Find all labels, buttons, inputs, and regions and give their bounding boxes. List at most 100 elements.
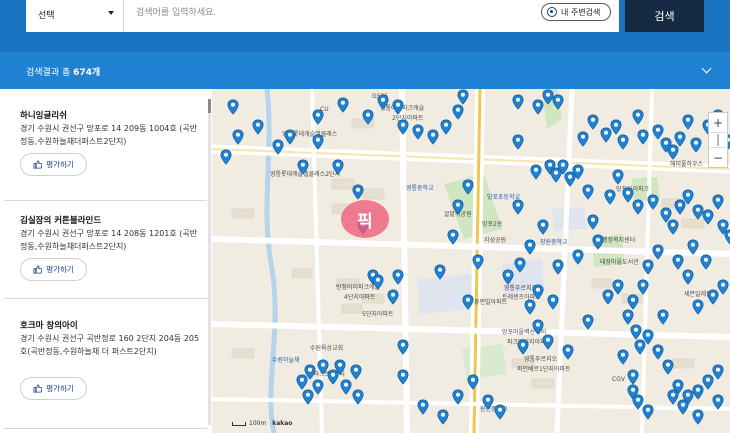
map-marker-icon[interactable]	[434, 264, 446, 280]
map-marker-icon[interactable]	[537, 219, 549, 235]
map-marker-icon[interactable]	[612, 169, 624, 185]
map-marker-icon[interactable]	[312, 134, 324, 150]
map-marker-icon[interactable]	[604, 189, 616, 205]
map-marker-icon[interactable]	[682, 114, 694, 130]
map-marker-icon[interactable]	[472, 254, 484, 270]
map-marker-icon[interactable]	[674, 131, 686, 147]
map-marker-icon[interactable]	[417, 399, 429, 415]
map-marker-icon[interactable]	[392, 99, 404, 115]
map-marker-icon[interactable]	[627, 294, 639, 310]
map-marker-icon[interactable]	[547, 294, 559, 310]
map-marker-icon[interactable]	[372, 274, 384, 290]
map-marker-icon[interactable]	[657, 309, 669, 325]
map-marker-icon[interactable]	[397, 369, 409, 385]
map-marker-icon[interactable]	[682, 269, 694, 285]
map-marker-icon[interactable]	[542, 334, 554, 350]
map-marker-icon[interactable]	[512, 134, 524, 150]
map-marker-icon[interactable]	[362, 109, 374, 125]
map-marker-icon[interactable]	[562, 344, 574, 360]
map-marker-icon[interactable]	[592, 234, 604, 250]
map-marker-icon[interactable]	[552, 259, 564, 275]
map-marker-icon[interactable]	[642, 259, 654, 275]
map-marker-icon[interactable]	[457, 89, 469, 105]
map-marker-icon[interactable]	[397, 119, 409, 135]
map-marker-icon[interactable]	[392, 269, 404, 285]
map-marker-icon[interactable]	[637, 279, 649, 295]
map-marker-icon[interactable]	[724, 229, 730, 245]
map-marker-icon[interactable]	[296, 374, 308, 390]
map-marker-icon[interactable]	[712, 364, 724, 380]
zoom-out-button[interactable]: −	[709, 147, 727, 167]
list-item[interactable]: 김실장의 커튼블라인드 경기 수원시 권선구 망포로 14 208동 1201호…	[4, 201, 207, 299]
map-marker-icon[interactable]	[712, 194, 724, 210]
map-marker-icon[interactable]	[437, 409, 449, 425]
map-marker-icon[interactable]	[512, 199, 524, 215]
map-marker-icon[interactable]	[462, 294, 474, 310]
category-select[interactable]: 선택	[26, 0, 124, 32]
nearby-search-button[interactable]: 내 주변검색	[541, 3, 611, 21]
map-marker-icon[interactable]	[337, 97, 349, 113]
map-marker-icon[interactable]	[494, 404, 506, 420]
map-marker-icon[interactable]	[637, 129, 649, 145]
map-marker-icon[interactable]	[340, 379, 352, 395]
map-marker-icon[interactable]	[482, 394, 494, 410]
map-marker-icon[interactable]	[284, 129, 296, 145]
map-marker-icon[interactable]	[652, 244, 664, 260]
map-marker-icon[interactable]	[377, 94, 389, 110]
map-marker-icon[interactable]	[572, 164, 584, 180]
map-marker-icon[interactable]	[452, 389, 464, 405]
map-marker-icon[interactable]	[690, 137, 702, 153]
map-marker-icon[interactable]	[622, 309, 634, 325]
map-marker-icon[interactable]	[677, 399, 689, 415]
map-marker-icon[interactable]	[552, 94, 564, 110]
map-marker-icon[interactable]	[582, 314, 594, 330]
map-marker-icon[interactable]	[577, 131, 589, 147]
map-marker-icon[interactable]	[232, 129, 244, 145]
map-marker-icon[interactable]	[272, 139, 284, 155]
map-view[interactable]: GS25 CU 영통롯데캐슬엘클래스 영통롯데캐슬엘클래스2단지 영통아이파크캐…	[212, 89, 730, 433]
map-marker-icon[interactable]	[517, 339, 529, 355]
map-marker-icon[interactable]	[652, 344, 664, 360]
map-marker-icon[interactable]	[700, 254, 712, 270]
map-marker-icon[interactable]	[682, 189, 694, 205]
map-marker-icon[interactable]	[662, 359, 674, 375]
list-item[interactable]: 호크마 창의아이 경기 수원시 권선구 곡반정로 160 2단지 204동 20…	[4, 299, 207, 429]
map-marker-icon[interactable]	[467, 374, 479, 390]
rate-button[interactable]: 평가하기	[20, 377, 87, 400]
result-count-bar[interactable]: 검색결과 총 674개	[0, 52, 730, 89]
map-marker-icon[interactable]	[617, 349, 629, 365]
chevron-down-icon[interactable]	[701, 63, 712, 74]
map-marker-icon[interactable]	[712, 394, 724, 410]
map-marker-icon[interactable]	[642, 404, 654, 420]
map-marker-icon[interactable]	[687, 239, 699, 255]
map-marker-icon[interactable]	[524, 239, 536, 255]
zoom-slider[interactable]	[717, 134, 719, 146]
map-marker-icon[interactable]	[312, 109, 324, 125]
map-marker-icon[interactable]	[702, 209, 714, 225]
map-marker-icon[interactable]	[707, 289, 719, 305]
map-marker-icon[interactable]	[502, 269, 514, 285]
map-marker-icon[interactable]	[630, 324, 642, 340]
rate-button[interactable]: 평가하기	[20, 258, 87, 281]
map-marker-icon[interactable]	[667, 219, 679, 235]
map-marker-icon[interactable]	[387, 289, 399, 305]
map-marker-icon[interactable]	[632, 109, 644, 125]
map-marker-icon[interactable]	[252, 119, 264, 135]
map-marker-icon[interactable]	[642, 329, 654, 345]
map-marker-icon[interactable]	[397, 339, 409, 355]
map-marker-icon[interactable]	[440, 119, 452, 135]
map-marker-icon[interactable]	[582, 184, 594, 200]
map-marker-icon[interactable]	[427, 129, 439, 145]
pick-badge[interactable]: 픽	[341, 200, 389, 238]
map-marker-icon[interactable]	[350, 364, 362, 380]
list-item[interactable]: 하니잉글리쉬 경기 수원시 권선구 망포로 14 209동 1004호 (곡반정…	[4, 95, 207, 201]
map-marker-icon[interactable]	[632, 199, 644, 215]
map-marker-icon[interactable]	[302, 389, 314, 405]
map-marker-icon[interactable]	[627, 369, 639, 385]
map-marker-icon[interactable]	[452, 104, 464, 120]
scrollbar-thumb[interactable]	[208, 99, 211, 113]
map-marker-icon[interactable]	[220, 149, 232, 165]
map-marker-icon[interactable]	[227, 99, 239, 115]
map-marker-icon[interactable]	[297, 159, 309, 175]
map-marker-icon[interactable]	[352, 184, 364, 200]
